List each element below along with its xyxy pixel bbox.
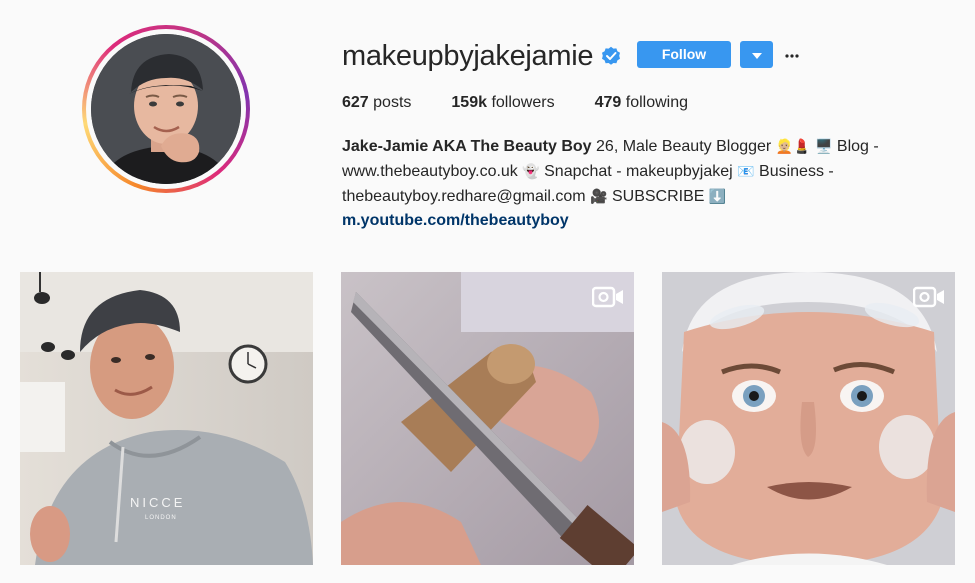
envelope-emoji-icon: 📧 bbox=[737, 163, 755, 179]
person-lipstick-emoji-icon: 👱🏼💄 bbox=[775, 138, 811, 154]
avatar-image bbox=[91, 34, 241, 184]
post-thumbnail-2[interactable] bbox=[341, 272, 634, 565]
posts-label: posts bbox=[373, 94, 412, 111]
profile-bio: Jake-Jamie AKA The Beauty Boy 26, Male B… bbox=[342, 134, 922, 233]
video-icon bbox=[592, 286, 624, 308]
followers-label: followers bbox=[491, 94, 555, 111]
profile-stats: 627 posts 159k followers 479 following bbox=[342, 94, 728, 112]
followers-count: 159k bbox=[451, 94, 487, 111]
follow-dropdown-button[interactable] bbox=[740, 41, 773, 68]
full-name: Jake-Jamie AKA The Beauty Boy bbox=[342, 138, 592, 155]
followers-stat[interactable]: 159k followers bbox=[451, 94, 554, 112]
video-icon bbox=[913, 286, 945, 308]
chevron-down-icon bbox=[751, 47, 762, 62]
computer-emoji-icon: 🖥️ bbox=[815, 138, 833, 154]
following-stat[interactable]: 479 following bbox=[595, 94, 688, 112]
following-count: 479 bbox=[594, 94, 622, 111]
follow-button[interactable]: Follow bbox=[637, 41, 731, 68]
bio-text-1: 26, Male Beauty Blogger bbox=[591, 138, 776, 155]
following-label: following bbox=[625, 94, 689, 111]
ghost-emoji-icon: 👻 bbox=[522, 163, 540, 179]
more-options-icon bbox=[785, 45, 799, 63]
username: makeupbyjakejamie bbox=[342, 39, 594, 72]
hoodie-subtext: LONDON bbox=[145, 515, 177, 521]
posts-count: 627 bbox=[342, 94, 369, 111]
posts-stat: 627 posts bbox=[342, 94, 411, 112]
hoodie-text: NICCE bbox=[130, 495, 185, 510]
camera-emoji-icon: 🎥 bbox=[590, 188, 608, 204]
username-row: makeupbyjakejamie bbox=[342, 36, 621, 76]
post-thumbnail-3[interactable] bbox=[662, 272, 955, 565]
more-options-button[interactable] bbox=[781, 44, 803, 64]
profile-avatar[interactable] bbox=[82, 25, 250, 193]
verified-badge-icon bbox=[601, 46, 621, 66]
bio-link[interactable]: m.youtube.com/thebeautyboy bbox=[342, 209, 922, 233]
bio-text-6: SUBSCRIBE bbox=[607, 188, 709, 205]
down-arrow-emoji-icon: ⬇️ bbox=[708, 188, 727, 204]
bio-text-4: Snapchat - makeupbyjakej bbox=[539, 163, 738, 180]
post-thumbnail-1[interactable]: NICCE LONDON bbox=[20, 272, 313, 565]
